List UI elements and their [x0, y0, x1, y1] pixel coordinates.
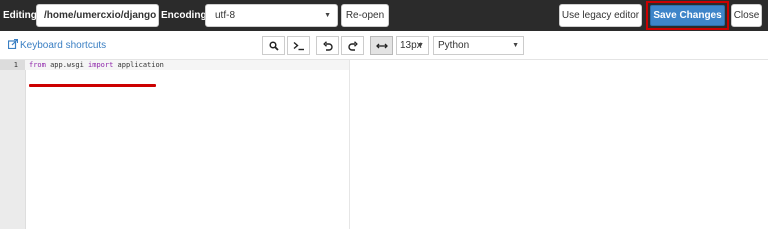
editor-toolbar: Keyboard shortcuts 13px ▼ Python ▼ — [0, 31, 768, 60]
language-value: Python — [438, 40, 470, 51]
module-name: app.wsgi — [45, 61, 89, 69]
keyboard-shortcuts-link[interactable]: Keyboard shortcuts — [7, 38, 107, 52]
word-wrap-button[interactable] — [370, 36, 393, 55]
undo-icon — [322, 41, 333, 51]
encoding-select[interactable]: utf-8 ▼ — [205, 4, 338, 27]
encoding-label: Encoding: — [161, 10, 210, 21]
external-link-icon — [7, 38, 19, 50]
imported-name: application — [113, 61, 164, 69]
code-line-1[interactable]: from app.wsgi import application — [29, 60, 164, 70]
legacy-editor-button[interactable]: Use legacy editor — [559, 4, 642, 27]
terminal-button[interactable] — [287, 36, 310, 55]
red-underline-annotation — [29, 84, 156, 87]
keyboard-shortcuts-label: Keyboard shortcuts — [20, 40, 107, 51]
terminal-icon — [293, 41, 304, 51]
top-bar: Editing: /home/umercxio/django Encoding:… — [0, 0, 768, 31]
code-editor[interactable]: 1 from app.wsgi import application — [0, 60, 768, 229]
reopen-button[interactable]: Re-open — [341, 4, 389, 27]
file-path-field[interactable]: /home/umercxio/django — [36, 4, 159, 27]
search-icon — [268, 41, 279, 51]
chevron-down-icon: ▼ — [417, 42, 424, 49]
save-changes-button[interactable]: Save Changes — [650, 5, 725, 26]
search-button[interactable] — [262, 36, 285, 55]
keyword-import: import — [88, 61, 114, 69]
language-select[interactable]: Python ▼ — [433, 36, 524, 55]
line-number: 1 — [13, 61, 18, 69]
undo-button[interactable] — [316, 36, 339, 55]
redo-icon — [347, 41, 358, 51]
print-margin — [349, 60, 350, 229]
redo-button[interactable] — [341, 36, 364, 55]
wrap-icon — [375, 43, 388, 49]
chevron-down-icon: ▼ — [512, 42, 519, 49]
encoding-value: utf-8 — [215, 10, 236, 21]
font-size-select[interactable]: 13px ▼ — [396, 36, 429, 55]
close-button[interactable]: Close — [731, 4, 762, 27]
keyword-from: from — [29, 61, 46, 69]
save-highlight-box: Save Changes — [646, 1, 729, 30]
editing-label: Editing: — [3, 10, 41, 21]
line-gutter: 1 — [0, 60, 26, 229]
chevron-down-icon: ▼ — [324, 12, 331, 19]
